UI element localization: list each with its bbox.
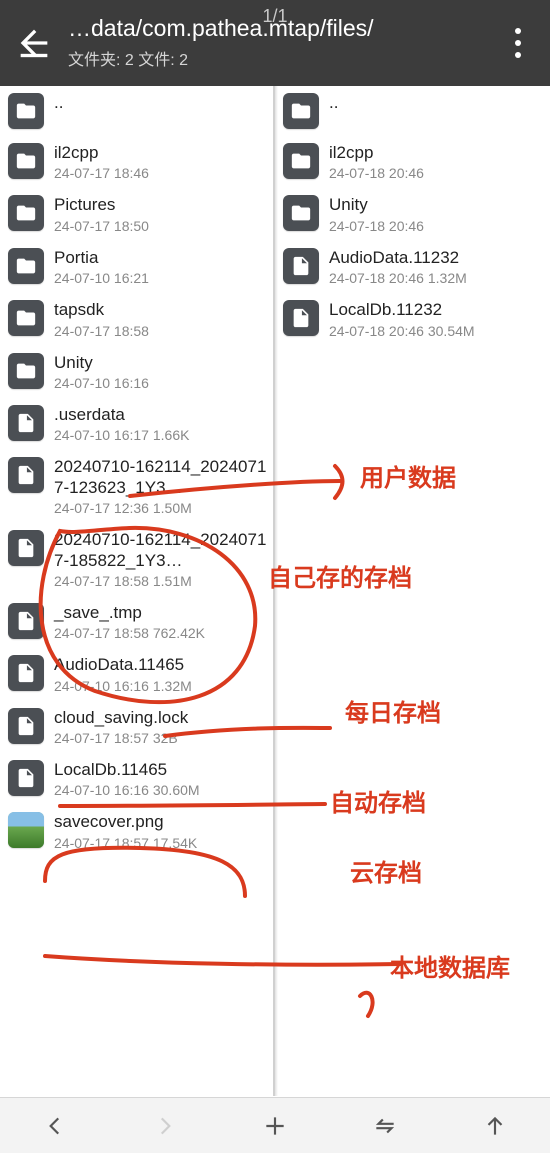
folder-icon — [8, 143, 44, 179]
folder-icon — [283, 93, 319, 129]
folder-item[interactable]: Pictures 24-07-17 18:50 — [0, 188, 273, 240]
folder-icon — [8, 93, 44, 129]
file-icon — [283, 300, 319, 336]
item-name: 20240710-162114_20240717-185822_1Y3… — [54, 530, 267, 571]
item-name: Pictures — [54, 195, 267, 215]
back-button[interactable] — [14, 23, 54, 63]
header-title-block: …data/com.pathea.mtap/files/ 文件夹: 2 文件: … — [68, 16, 500, 69]
up-directory[interactable]: .. — [275, 86, 550, 136]
folder-icon — [8, 300, 44, 336]
item-name: AudioData.11465 — [54, 655, 267, 675]
file-item[interactable]: savecover.png 24-07-17 18:57 17.54K — [0, 805, 273, 857]
file-item[interactable]: 20240710-162114_20240717-123623_1Y3… 24-… — [0, 450, 273, 523]
file-item[interactable]: _save_.tmp 24-07-17 18:58 762.42K — [0, 596, 273, 648]
item-name: AudioData.11232 — [329, 248, 544, 268]
item-name: savecover.png — [54, 812, 267, 832]
item-meta: 24-07-17 18:58 — [54, 323, 267, 339]
folder-item[interactable]: tapsdk 24-07-17 18:58 — [0, 293, 273, 345]
file-icon — [8, 457, 44, 493]
item-meta: 24-07-17 18:58 1.51M — [54, 573, 267, 589]
add-button[interactable] — [253, 1104, 297, 1148]
item-name: il2cpp — [54, 143, 267, 163]
item-meta: 24-07-18 20:46 — [329, 165, 544, 181]
item-name: Unity — [54, 353, 267, 373]
left-pane: .. il2cpp 24-07-17 18:46 Pictures 24-07-… — [0, 86, 275, 1096]
item-meta: 24-07-18 20:46 — [329, 218, 544, 234]
item-name: _save_.tmp — [54, 603, 267, 623]
file-icon — [8, 603, 44, 639]
folder-item[interactable]: Unity 24-07-10 16:16 — [0, 346, 273, 398]
file-icon — [8, 405, 44, 441]
item-name: .userdata — [54, 405, 267, 425]
bottom-toolbar — [0, 1097, 550, 1153]
item-meta: 24-07-17 12:36 1.50M — [54, 500, 267, 516]
file-icon — [283, 248, 319, 284]
nav-back-button[interactable] — [33, 1104, 77, 1148]
folder-icon — [8, 248, 44, 284]
arrow-up-icon — [482, 1113, 508, 1139]
item-meta: 24-07-10 16:16 30.60M — [54, 782, 267, 798]
file-item[interactable]: cloud_saving.lock 24-07-17 18:57 32B — [0, 701, 273, 753]
right-pane: .. il2cpp 24-07-18 20:46 Unity 24-07-18 … — [275, 86, 550, 1096]
app-header: 1/1 …data/com.pathea.mtap/files/ 文件夹: 2 … — [0, 0, 550, 86]
folder-item[interactable]: il2cpp 24-07-17 18:46 — [0, 136, 273, 188]
item-meta: 24-07-10 16:16 — [54, 375, 267, 391]
swap-icon — [372, 1113, 398, 1139]
up-button[interactable] — [473, 1104, 517, 1148]
file-item[interactable]: LocalDb.11465 24-07-10 16:16 30.60M — [0, 753, 273, 805]
item-meta: 24-07-17 18:46 — [54, 165, 267, 181]
item-meta: 24-07-17 18:57 17.54K — [54, 835, 267, 851]
folder-icon — [8, 353, 44, 389]
file-item[interactable]: AudioData.11465 24-07-10 16:16 1.32M — [0, 648, 273, 700]
item-meta: 24-07-18 20:46 1.32M — [329, 270, 544, 286]
nav-forward-button[interactable] — [143, 1104, 187, 1148]
chevron-left-icon — [42, 1113, 68, 1139]
up-label: .. — [329, 93, 544, 113]
item-name: cloud_saving.lock — [54, 708, 267, 728]
file-icon — [8, 655, 44, 691]
item-name: LocalDb.11465 — [54, 760, 267, 780]
back-arrow-icon — [14, 23, 54, 63]
folder-icon — [8, 195, 44, 231]
plus-icon — [262, 1113, 288, 1139]
file-icon — [8, 530, 44, 566]
folder-icon — [283, 143, 319, 179]
item-meta: 24-07-17 18:58 762.42K — [54, 625, 267, 641]
overflow-menu-button[interactable] — [500, 24, 536, 62]
item-meta: 24-07-17 18:57 32B — [54, 730, 267, 746]
up-directory[interactable]: .. — [0, 86, 273, 136]
item-name: il2cpp — [329, 143, 544, 163]
current-path: …data/com.pathea.mtap/files/ — [68, 16, 500, 41]
dual-pane-container: .. il2cpp 24-07-17 18:46 Pictures 24-07-… — [0, 86, 550, 1096]
item-count: 文件夹: 2 文件: 2 — [68, 46, 500, 70]
item-meta: 24-07-17 18:50 — [54, 218, 267, 234]
swap-button[interactable] — [363, 1104, 407, 1148]
file-icon — [8, 708, 44, 744]
item-name: 20240710-162114_20240717-123623_1Y3… — [54, 457, 267, 498]
file-item[interactable]: LocalDb.11232 24-07-18 20:46 30.54M — [275, 293, 550, 345]
up-label: .. — [54, 93, 267, 113]
item-name: Portia — [54, 248, 267, 268]
image-thumbnail-icon — [8, 812, 44, 848]
item-name: Unity — [329, 195, 544, 215]
item-name: tapsdk — [54, 300, 267, 320]
folder-icon — [283, 195, 319, 231]
item-meta: 24-07-18 20:46 30.54M — [329, 323, 544, 339]
item-name: LocalDb.11232 — [329, 300, 544, 320]
folder-item[interactable]: Portia 24-07-10 16:21 — [0, 241, 273, 293]
chevron-right-icon — [152, 1113, 178, 1139]
file-item[interactable]: 20240710-162114_20240717-185822_1Y3… 24-… — [0, 523, 273, 596]
file-icon — [8, 760, 44, 796]
file-item[interactable]: AudioData.11232 24-07-18 20:46 1.32M — [275, 241, 550, 293]
folder-item[interactable]: il2cpp 24-07-18 20:46 — [275, 136, 550, 188]
item-meta: 24-07-10 16:17 1.66K — [54, 427, 267, 443]
file-item[interactable]: .userdata 24-07-10 16:17 1.66K — [0, 398, 273, 450]
item-meta: 24-07-10 16:21 — [54, 270, 267, 286]
folder-item[interactable]: Unity 24-07-18 20:46 — [275, 188, 550, 240]
item-meta: 24-07-10 16:16 1.32M — [54, 678, 267, 694]
